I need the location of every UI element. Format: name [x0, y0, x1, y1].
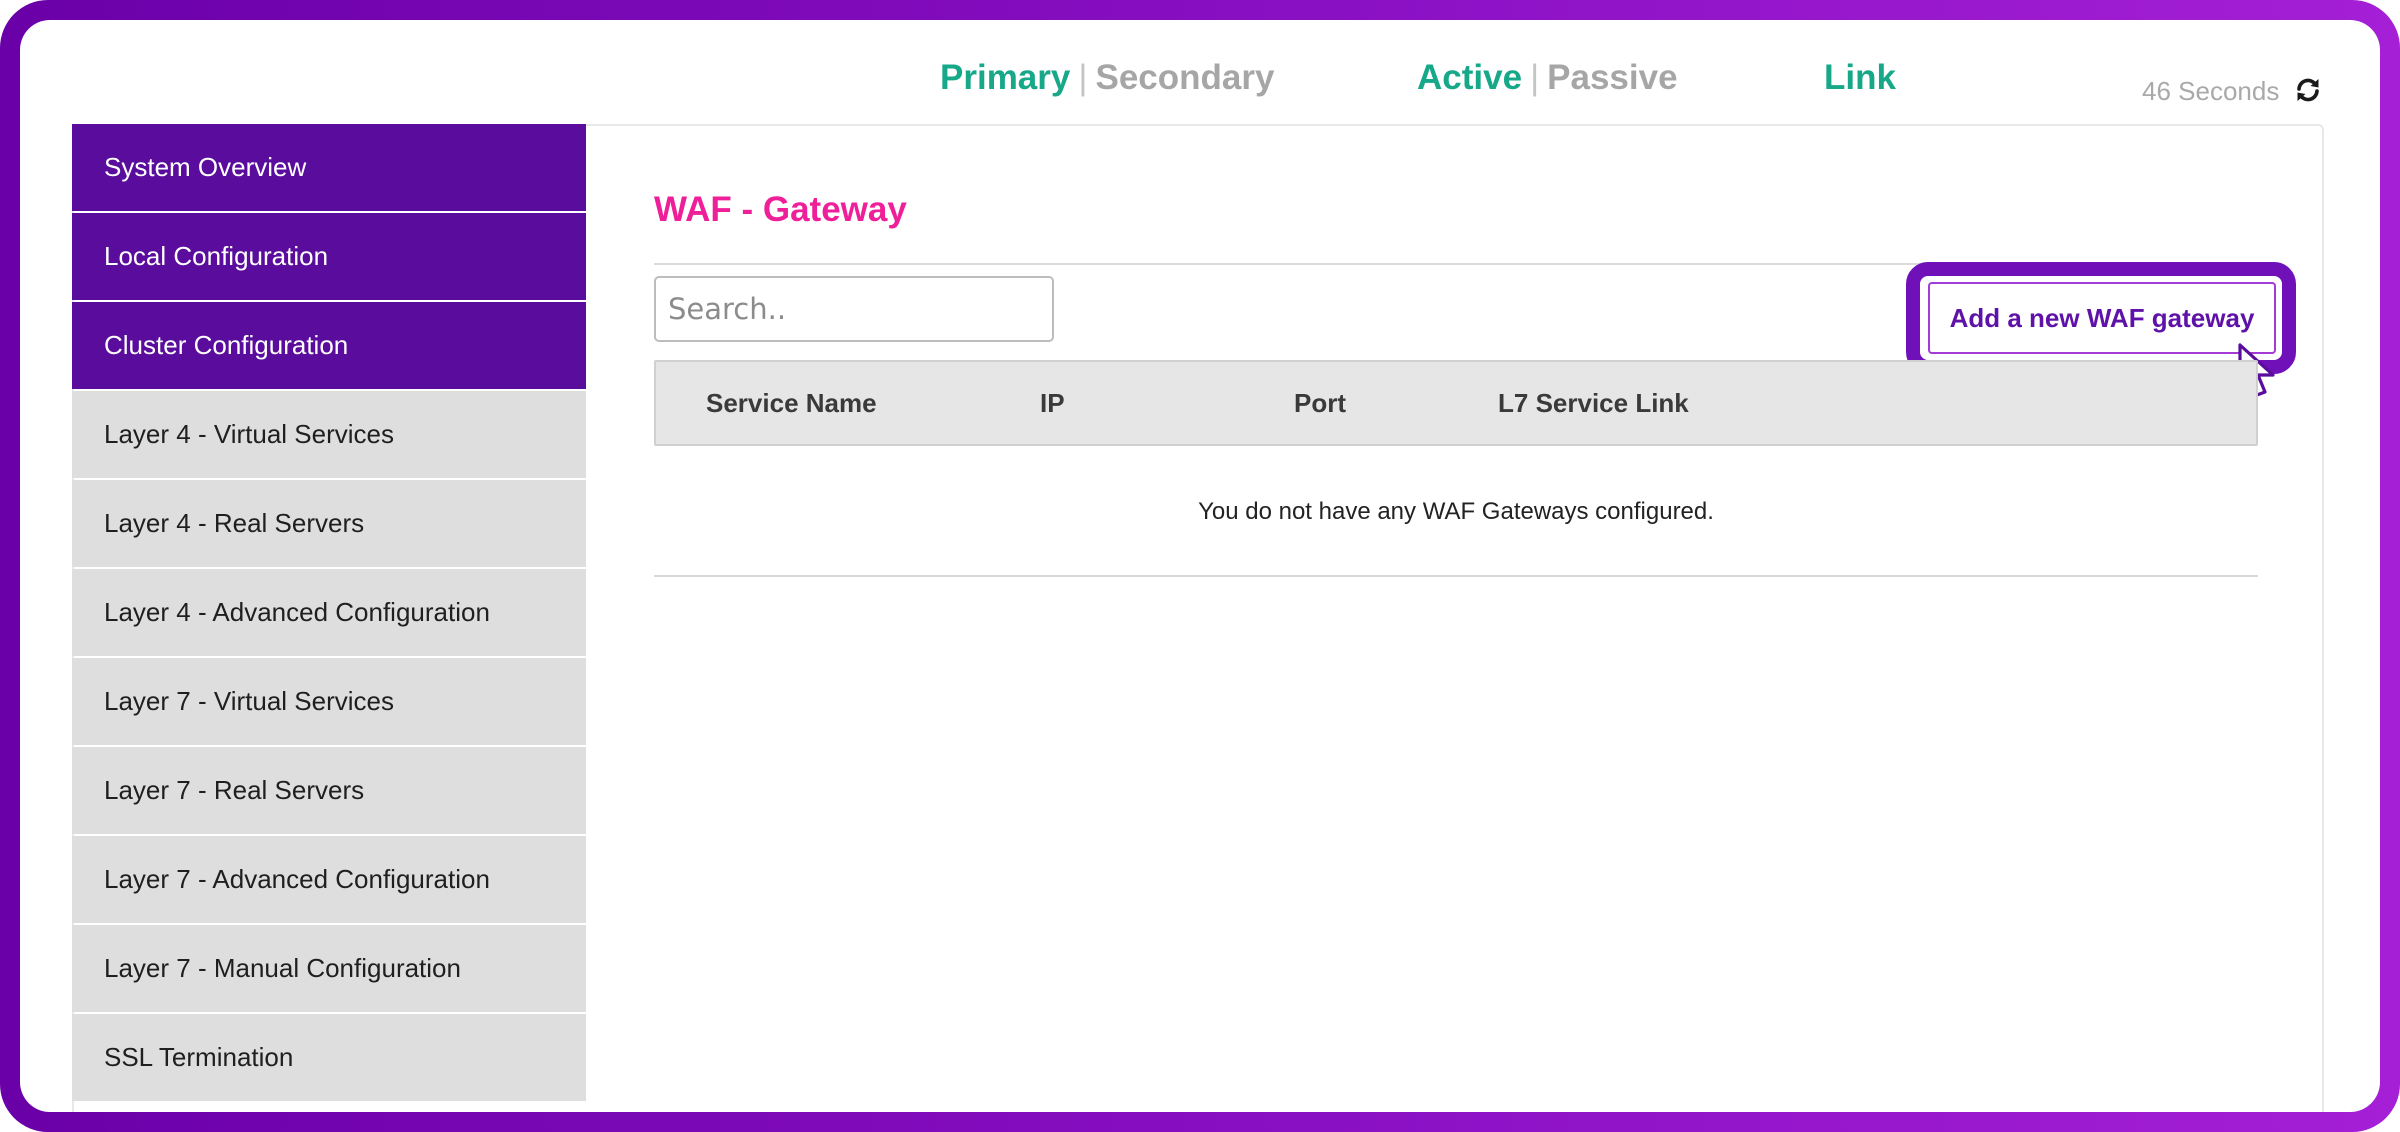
status-separator: |: [1530, 58, 1540, 97]
state-active: Active: [1417, 58, 1523, 97]
sidebar-item-layer7-advanced-configuration[interactable]: Layer 7 - Advanced Configuration: [72, 836, 586, 923]
sidebar-item-layer7-virtual-services[interactable]: Layer 7 - Virtual Services: [72, 658, 586, 745]
column-header-port[interactable]: Port: [1294, 362, 1346, 444]
page-title: WAF - Gateway: [654, 190, 907, 229]
role-primary: Primary: [940, 58, 1071, 97]
link-label: Link: [1824, 58, 1896, 97]
column-header-l7-service-link[interactable]: L7 Service Link: [1498, 362, 1689, 444]
sidebar-item-local-configuration[interactable]: Local Configuration: [72, 213, 586, 300]
link-status: Link: [1824, 58, 1896, 98]
column-header-service-name[interactable]: Service Name: [706, 362, 877, 444]
status-separator: |: [1078, 58, 1088, 97]
highlight-frame: Primary | Secondary Active | Passive Link 46…: [0, 0, 2400, 1132]
refresh-countdown: 46 Seconds: [2142, 76, 2280, 106]
sidebar-item-layer7-manual-configuration[interactable]: Layer 7 - Manual Configuration: [72, 925, 586, 1012]
search-input[interactable]: [654, 276, 1054, 342]
sidebar-item-system-overview[interactable]: System Overview: [72, 124, 586, 211]
sidebar-item-layer7-real-servers[interactable]: Layer 7 - Real Servers: [72, 747, 586, 834]
refresh-icon[interactable]: [2292, 74, 2324, 106]
empty-table-message: You do not have any WAF Gateways configu…: [1198, 498, 1714, 525]
sidebar-nav: System Overview Local Configuration Clus…: [72, 124, 586, 1103]
role-secondary: Secondary: [1095, 58, 1275, 97]
cluster-status-bar: Primary | Secondary Active | Passive Link 46…: [20, 20, 2380, 122]
state-passive: Passive: [1547, 58, 1678, 97]
node-role-status: Primary | Secondary: [940, 58, 1274, 98]
sidebar-item-layer4-advanced-configuration[interactable]: Layer 4 - Advanced Configuration: [72, 569, 586, 656]
app-window: Primary | Secondary Active | Passive Link 46…: [20, 20, 2380, 1112]
table-header: Service Name IP Port L7 Service Link: [654, 360, 2258, 446]
node-state-status: Active | Passive: [1417, 58, 1678, 98]
sidebar-item-cluster-configuration[interactable]: Cluster Configuration: [72, 302, 586, 389]
sidebar-item-layer4-real-servers[interactable]: Layer 4 - Real Servers: [72, 480, 586, 567]
divider: [654, 575, 2258, 577]
add-waf-gateway-button[interactable]: Add a new WAF gateway: [1928, 282, 2276, 354]
column-header-ip[interactable]: IP: [1040, 362, 1065, 444]
sidebar-item-layer4-virtual-services[interactable]: Layer 4 - Virtual Services: [72, 391, 586, 478]
sidebar-item-ssl-termination[interactable]: SSL Termination: [72, 1014, 586, 1101]
